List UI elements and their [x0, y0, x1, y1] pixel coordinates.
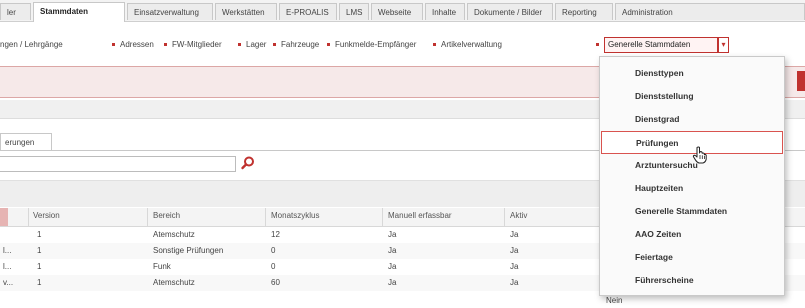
menu-item-dienstgrad[interactable]: Dienstgrad — [601, 108, 783, 131]
cell-aktiv: Ja — [510, 262, 519, 271]
subnav-item-lehrgaenge[interactable]: ngen / Lehrgänge — [0, 40, 63, 49]
cell-aktiv: Ja — [510, 230, 519, 239]
tab-administration[interactable]: Administration — [615, 3, 805, 20]
separator-dot — [238, 43, 241, 46]
cell-bereich: Funk — [153, 262, 171, 271]
subnav-item-artikelverwaltung[interactable]: Artikelverwaltung — [441, 40, 502, 49]
column-header-manuell-erfassbar[interactable]: Manuell erfassbar — [388, 211, 452, 220]
subnav-item-funkmelde-empfaenger[interactable]: Funkmelde-Empfänger — [335, 40, 416, 49]
cell-version: 1 — [37, 278, 42, 287]
cell-bereich: Sonstige Prüfungen — [153, 246, 224, 255]
cell-manuell: Ja — [388, 278, 397, 287]
cell-manuell: Ja — [388, 230, 397, 239]
tab-lms[interactable]: LMS — [339, 3, 369, 20]
subnav-item-adressen[interactable]: Adressen — [120, 40, 154, 49]
column-divider — [147, 208, 148, 226]
column-divider — [265, 208, 266, 226]
tab-webseite[interactable]: Webseite — [371, 3, 423, 20]
separator-dot — [273, 43, 276, 46]
tab-inhalte[interactable]: Inhalte — [425, 3, 465, 20]
column-header-version[interactable]: Version — [33, 211, 60, 220]
column-header-bereich[interactable]: Bereich — [153, 211, 180, 220]
tab-stammdaten[interactable]: Stammdaten — [33, 2, 125, 22]
tab-eproalis[interactable]: E-PROALIS — [279, 3, 337, 20]
menu-item-feiertage[interactable]: Feiertage — [601, 246, 783, 269]
cell-aktiv: Ja — [510, 278, 519, 287]
menu-item-hauptzeiten[interactable]: Hauptzeiten — [601, 177, 783, 200]
subnav-item-fahrzeuge[interactable]: Fahrzeuge — [281, 40, 319, 49]
tab-partial[interactable]: ler — [0, 3, 31, 20]
cell-prefix: v... — [3, 278, 14, 287]
menu-item-diensttypen[interactable]: Diensttypen — [601, 62, 783, 85]
column-divider — [504, 208, 505, 226]
tab-werkstaetten[interactable]: Werkstätten — [215, 3, 277, 20]
chevron-down-icon[interactable]: ▾ — [718, 37, 729, 53]
header-accent — [797, 71, 805, 91]
menu-item-dienststellung[interactable]: Dienststellung — [601, 85, 783, 108]
column-header-aktiv[interactable]: Aktiv — [510, 211, 527, 220]
cell-prefix: l... — [3, 246, 12, 255]
column-marker — [0, 208, 8, 226]
tab-dokumente-bilder[interactable]: Dokumente / Bilder — [467, 3, 553, 20]
hand-cursor-icon — [692, 146, 707, 164]
separator-dot — [164, 43, 167, 46]
subnav-item-fw-mitglieder[interactable]: FW-Mitglieder — [172, 40, 222, 49]
column-divider — [28, 208, 29, 226]
cell-version: 1 — [37, 262, 42, 271]
cell-bereich: Atemschutz — [153, 230, 195, 239]
cell-monatszyklus: 0 — [271, 246, 276, 255]
cell-aktiv: Ja — [510, 246, 519, 255]
tab-pruefungen[interactable]: erungen — [0, 133, 52, 150]
subnav-item-generelle-stammdaten[interactable]: Generelle Stammdaten — [604, 37, 718, 53]
separator-dot — [433, 43, 436, 46]
cell-extra: Nein — [606, 296, 623, 305]
cell-version: 1 — [37, 246, 42, 255]
cell-prefix: l... — [3, 262, 12, 271]
separator-dot — [596, 43, 599, 46]
column-divider — [382, 208, 383, 226]
cell-monatszyklus: 12 — [271, 230, 280, 239]
subnav-item-lager[interactable]: Lager — [246, 40, 266, 49]
menu-item-aao-zeiten[interactable]: AAO Zeiten — [601, 223, 783, 246]
separator-dot — [327, 43, 330, 46]
tab-einsatzverwaltung[interactable]: Einsatzverwaltung — [127, 3, 213, 20]
menu-item-generelle-stammdaten[interactable]: Generelle Stammdaten — [601, 200, 783, 223]
top-tab-bar: ler Stammdaten Einsatzverwaltung Werkstä… — [0, 0, 805, 22]
cell-manuell: Ja — [388, 262, 397, 271]
tab-reporting[interactable]: Reporting — [555, 3, 613, 20]
separator-dot — [112, 43, 115, 46]
cell-manuell: Ja — [388, 246, 397, 255]
cell-version: 1 — [37, 230, 42, 239]
search-input[interactable] — [0, 156, 236, 172]
search-icon[interactable] — [240, 155, 256, 171]
menu-item-fuehrerscheine[interactable]: Führerscheine — [601, 269, 783, 292]
cell-monatszyklus: 60 — [271, 278, 280, 287]
column-header-monatszyklus[interactable]: Monatszyklus — [271, 211, 319, 220]
cell-bereich: Atemschutz — [153, 278, 195, 287]
cell-monatszyklus: 0 — [271, 262, 276, 271]
